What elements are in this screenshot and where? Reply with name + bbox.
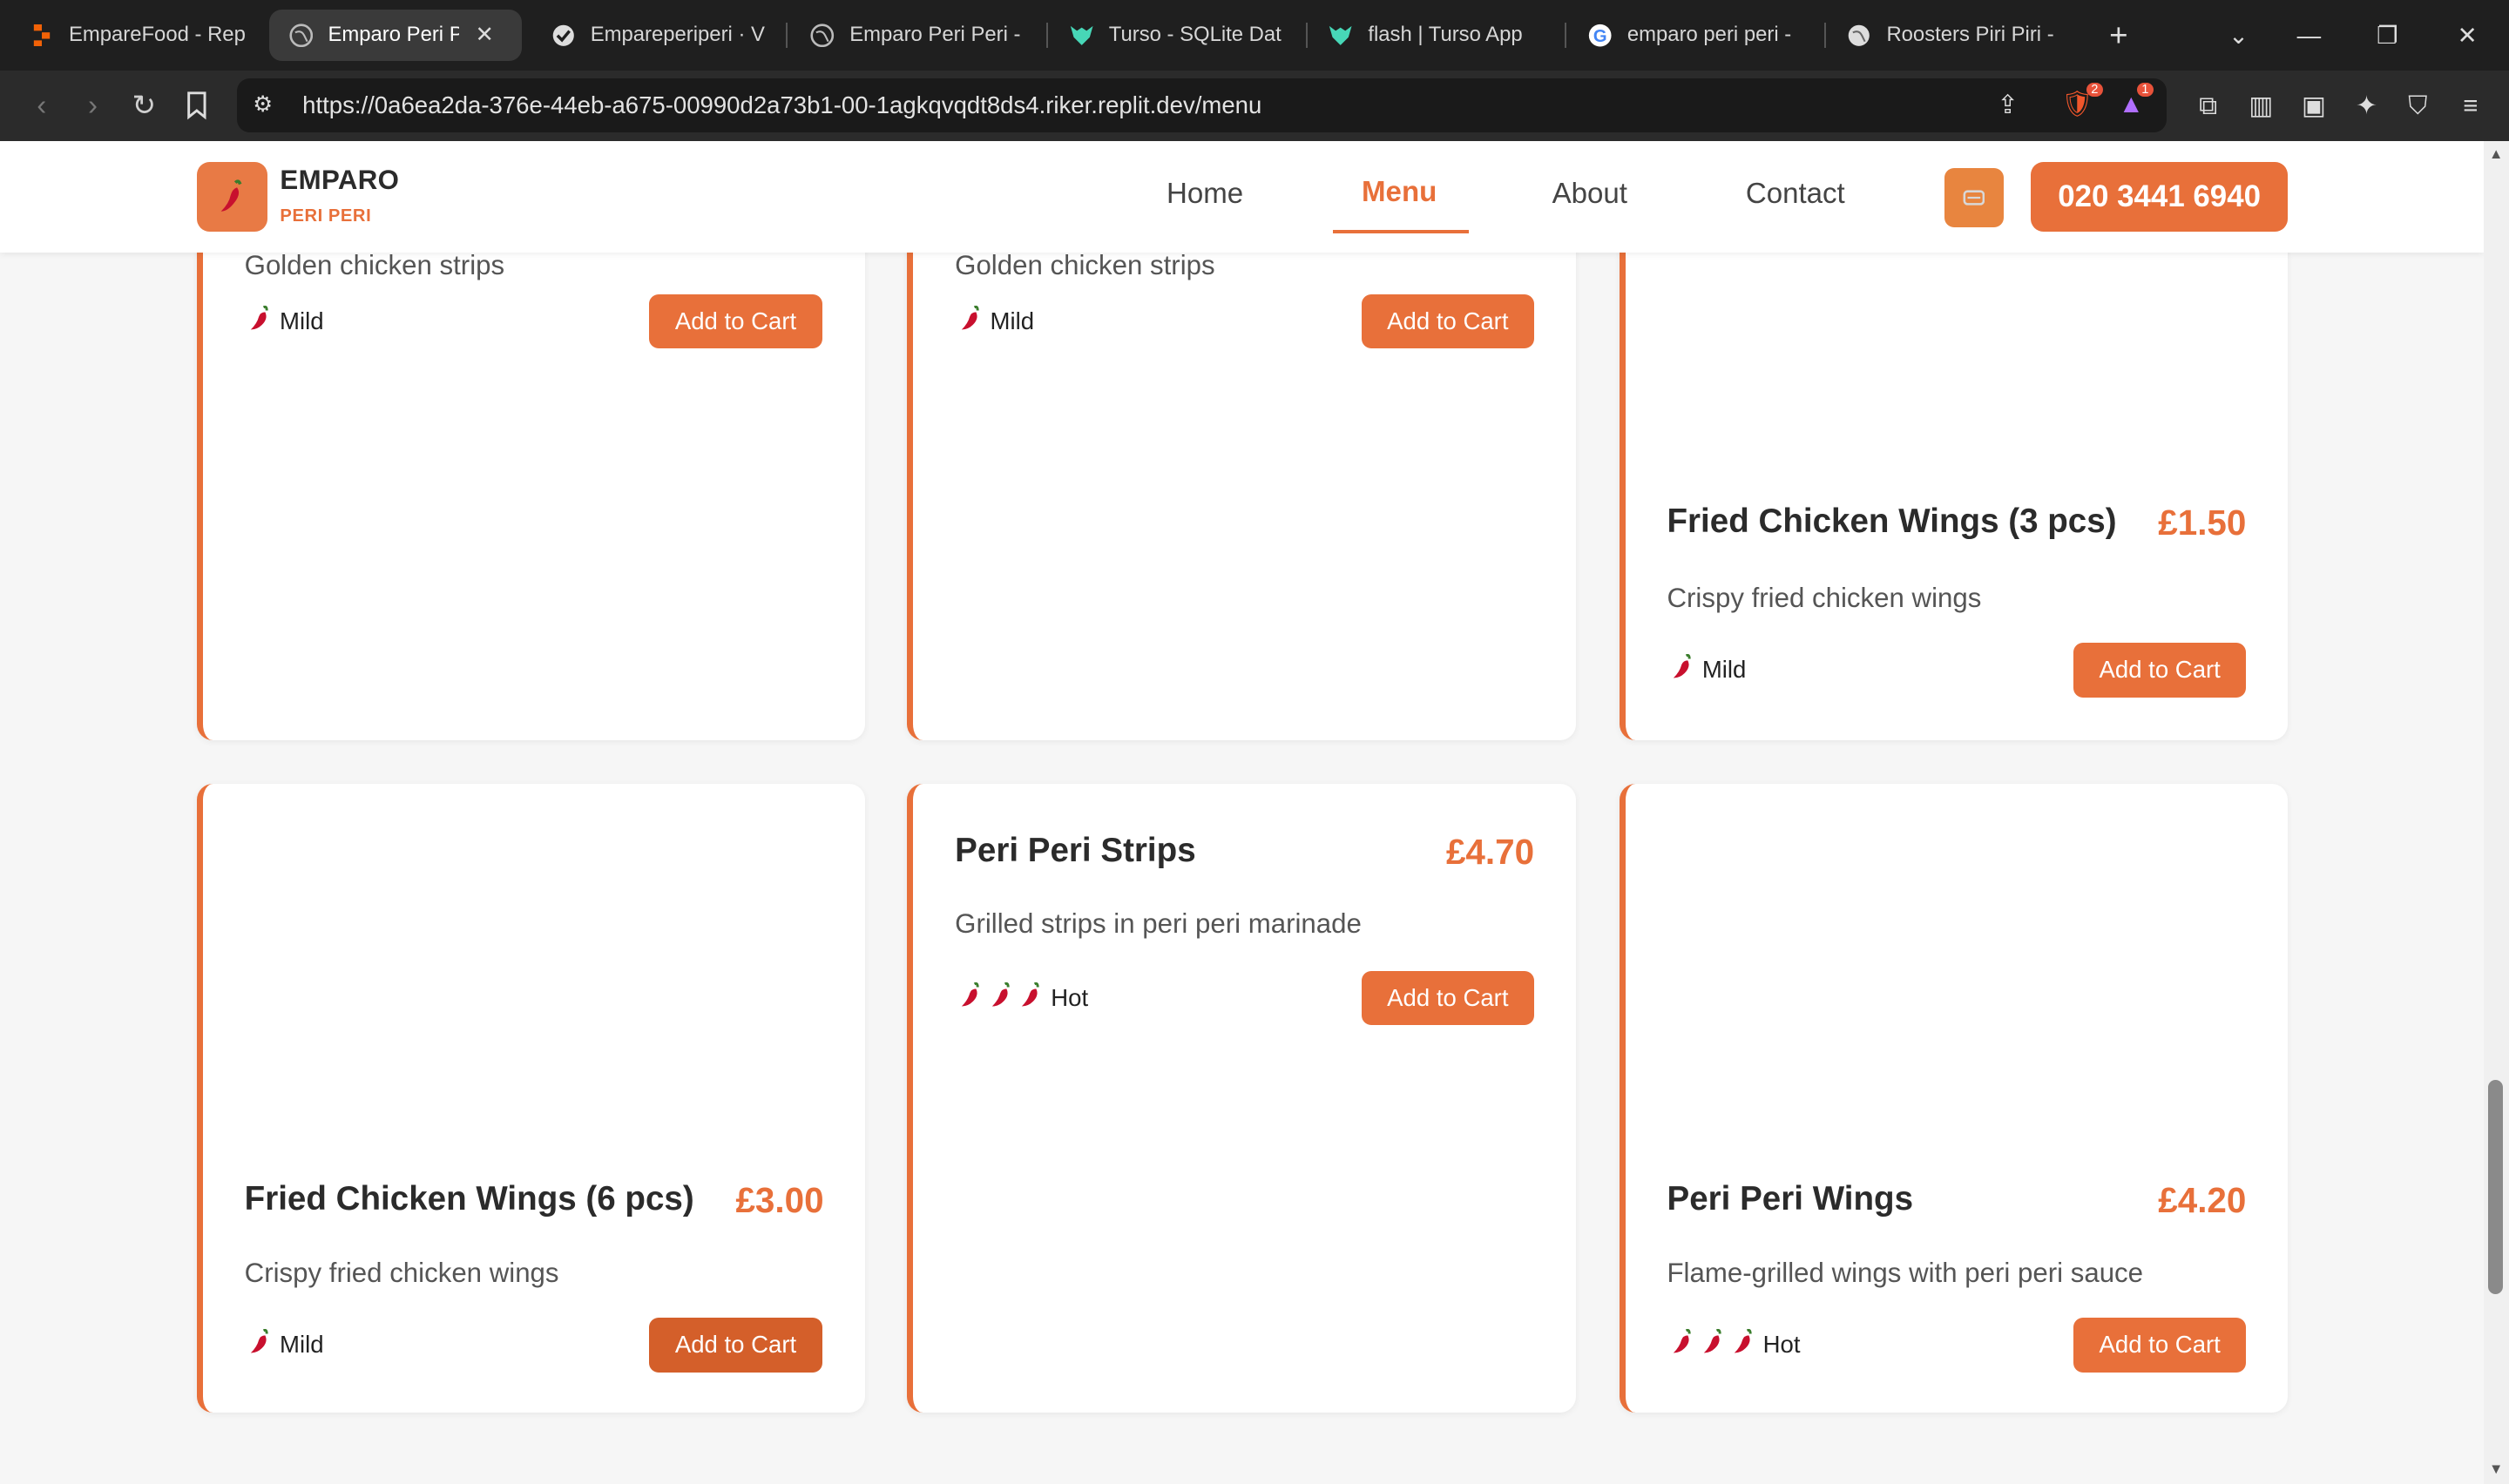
chili-icon (991, 981, 1013, 1008)
card-title: Peri Peri Wings (1667, 1180, 1914, 1218)
new-tab-icon[interactable]: + (2100, 13, 2138, 57)
spice-level: Mild (1672, 654, 1746, 685)
sidebar-icon[interactable]: ▥ (2240, 84, 2282, 128)
card-price: £4.70 (1445, 832, 1535, 873)
add-to-cart-button[interactable]: Add to Cart (649, 1318, 822, 1373)
chili-icon (1672, 1329, 1694, 1354)
replit-icon (29, 23, 54, 48)
menu-icon[interactable]: ≡ (2450, 84, 2492, 128)
tab-google-search[interactable]: G emparo peri peri - (1587, 10, 1805, 61)
brave-shield-icon[interactable]: 🛡 2 (2061, 83, 2103, 119)
close-tab-icon[interactable]: ✕ (475, 22, 494, 48)
spice-level: Hot (1672, 1329, 1800, 1360)
spice-level: Hot (960, 981, 1088, 1014)
menu-card: Peri Peri Wings £4.20 Flame-grilled wing… (1619, 783, 2289, 1413)
leo-ai-icon[interactable]: ✦ (2346, 84, 2388, 128)
add-to-cart-button[interactable]: Add to Cart (1361, 293, 1535, 349)
card-description: Golden chicken strips (244, 249, 505, 280)
forward-icon[interactable]: › (71, 84, 115, 128)
tab-emparo-active[interactable]: Emparo Peri Pe ✕ (268, 10, 522, 61)
back-icon[interactable]: ‹ (19, 84, 64, 128)
tab-emparefood[interactable]: EmpareFood - Rep (29, 10, 247, 61)
vercel-icon (551, 23, 576, 48)
card-description: Golden chicken strips (955, 249, 1215, 280)
chili-icon (1702, 1329, 1725, 1354)
tab-search-chevron-icon[interactable]: ⌄ (2216, 13, 2261, 57)
spice-level: Mild (249, 1329, 324, 1360)
reload-icon[interactable]: ↻ (122, 84, 166, 128)
spice-level: Mild (249, 305, 324, 337)
minimize-icon[interactable]: — (2287, 13, 2331, 57)
nav-contact[interactable]: Contact (1746, 178, 1845, 211)
globe-icon (809, 23, 835, 48)
menu-card: Peri Peri Strips £4.70 Grilled strips in… (907, 783, 1576, 1413)
nav-about[interactable]: About (1552, 178, 1627, 211)
browser-toolbar: ‹ › ↻ ⚙ https://0a6ea2da-376e-44eb-a675-… (0, 70, 2509, 141)
scroll-up-icon[interactable]: ▲ (2486, 145, 2506, 165)
wallet-icon[interactable]: ▣ (2293, 84, 2335, 128)
bookmark-icon[interactable] (174, 84, 219, 128)
card-description: Crispy fried chicken wings (244, 1257, 559, 1288)
cart-button[interactable] (1944, 167, 2004, 227)
turso-icon (1328, 23, 1353, 48)
site-settings-icon[interactable]: ⚙ (253, 91, 273, 118)
page-viewport: EMPARO PERI PERI Home Menu About Contact… (0, 140, 2484, 1484)
tab-roosters[interactable]: Roosters Piri Piri - (1847, 10, 2065, 61)
brave-rewards-icon[interactable]: ▲ 1 (2119, 83, 2154, 119)
chili-icon (249, 1329, 272, 1354)
tab-turso[interactable]: Turso - SQLite Dat (1069, 10, 1287, 61)
nav-active-underline (1332, 230, 1470, 234)
card-description: Crispy fried chicken wings (1667, 582, 1982, 613)
card-title: Fried Chicken Wings (3 pcs) (1667, 502, 2117, 540)
card-description: Grilled strips in peri peri marinade (955, 908, 1362, 940)
browser-tab-bar: EmpareFood - Rep Emparo Peri Pe ✕ Empare… (0, 0, 2509, 71)
scrollbar-thumb[interactable] (2488, 1079, 2503, 1294)
card-title: Peri Peri Strips (955, 832, 1196, 870)
card-title: Fried Chicken Wings (6 pcs) (244, 1180, 694, 1218)
chili-logo-icon[interactable] (196, 161, 267, 233)
restore-icon[interactable]: ❐ (2365, 13, 2410, 57)
nav-home[interactable]: Home (1167, 178, 1243, 211)
card-price: £4.20 (2158, 1180, 2247, 1221)
nav-menu[interactable]: Menu (1362, 176, 1437, 209)
tab-flash-turso[interactable]: flash | Turso App (1328, 10, 1545, 61)
spice-level: Mild (960, 305, 1034, 337)
chili-icon (249, 305, 272, 331)
card-description: Flame-grilled wings with peri peri sauce (1667, 1257, 2144, 1288)
menu-card: Fried Chicken Wings (6 pcs) £3.00 Crispy… (196, 783, 866, 1413)
svg-text:G: G (1593, 27, 1607, 46)
add-to-cart-button[interactable]: Add to Cart (1361, 970, 1535, 1026)
card-price: £3.00 (735, 1180, 824, 1221)
brand-subtitle: PERI PERI (280, 206, 372, 226)
chili-icon (1020, 981, 1043, 1008)
globe-icon (288, 23, 314, 48)
tab-empareperiperi[interactable]: Empareperiperi · V (551, 10, 768, 61)
extensions-icon[interactable]: ⧉ (2188, 84, 2229, 128)
share-icon[interactable]: ⇪ (1997, 90, 2019, 120)
chili-icon (960, 305, 983, 331)
chili-icon (960, 981, 983, 1008)
site-header: EMPARO PERI PERI Home Menu About Contact… (0, 140, 2484, 253)
phone-button[interactable]: 020 3441 6940 (2030, 161, 2289, 233)
brand-name[interactable]: EMPARO (280, 165, 399, 196)
scroll-down-icon[interactable]: ▼ (2486, 1460, 2506, 1480)
cart-icon (1963, 190, 1985, 206)
globe-icon (1847, 23, 1872, 48)
vpn-icon[interactable]: ⛉ (2397, 84, 2438, 128)
turso-icon (1069, 23, 1094, 48)
tab-emparo-2[interactable]: Emparo Peri Peri - (809, 10, 1027, 61)
chili-icon (1672, 654, 1694, 679)
google-icon: G (1587, 23, 1613, 48)
add-to-cart-button[interactable]: Add to Cart (2073, 1318, 2247, 1373)
address-bar[interactable]: ⚙ https://0a6ea2da-376e-44eb-a675-00990d… (236, 78, 2167, 133)
add-to-cart-button[interactable]: Add to Cart (2073, 643, 2247, 698)
url-text[interactable]: https://0a6ea2da-376e-44eb-a675-00990d2a… (302, 91, 1261, 119)
card-price: £1.50 (2158, 502, 2247, 543)
close-window-icon[interactable]: ✕ (2445, 13, 2489, 57)
chili-icon (1733, 1329, 1755, 1354)
add-to-cart-button[interactable]: Add to Cart (649, 293, 822, 349)
